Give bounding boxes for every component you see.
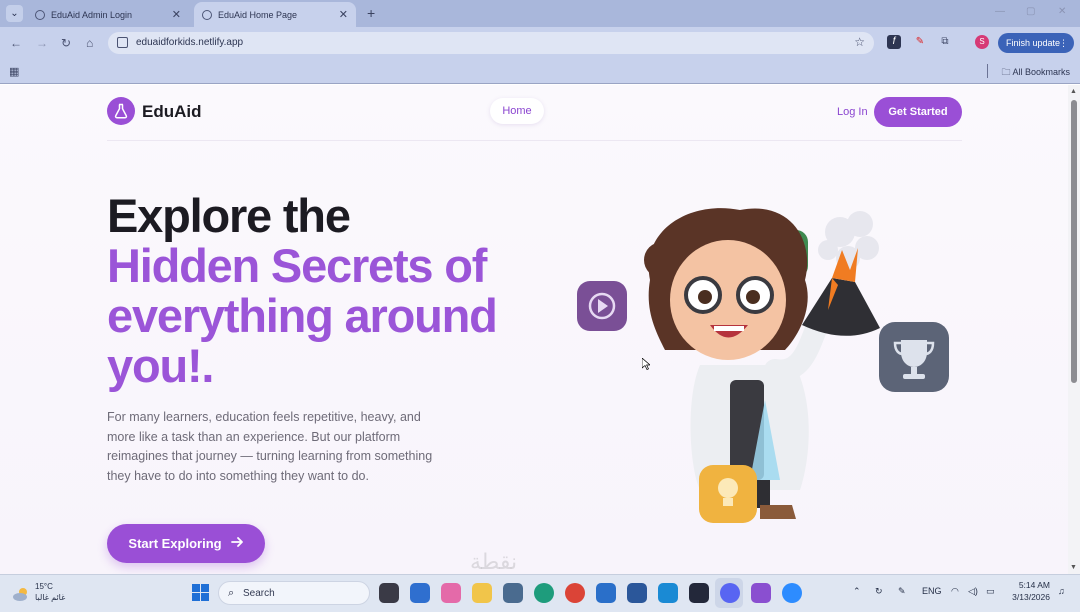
brand-name[interactable]: EduAid: [142, 102, 202, 122]
clock[interactable]: 5:14 AM 3/13/2026: [1006, 579, 1050, 603]
bookmarks-bar: ▦ 🗀 All Bookmarks: [0, 59, 1080, 84]
maximize-button[interactable]: ▢: [1026, 6, 1035, 17]
all-bookmarks-label: All Bookmarks: [1012, 67, 1070, 77]
extension-pen-icon[interactable]: ✎: [913, 35, 927, 49]
get-started-button[interactable]: Get Started: [874, 97, 962, 127]
hero-description: For many learners, education feels repet…: [107, 410, 433, 483]
notification-bell-icon[interactable]: ♫: [1058, 586, 1065, 596]
extensions-puzzle-icon[interactable]: ⧉: [938, 35, 952, 49]
arrow-right-icon: [230, 535, 244, 552]
hero-heading-line1: Explore the: [107, 189, 351, 242]
edge-icon[interactable]: [534, 583, 554, 603]
tab-search-button[interactable]: ⌄: [6, 5, 23, 22]
weather-widget[interactable]: 15°C غائم غالبا: [12, 581, 65, 603]
word-icon[interactable]: [627, 583, 647, 603]
outlook-icon[interactable]: [410, 583, 430, 603]
android-studio-icon[interactable]: [689, 583, 709, 603]
teams-icon[interactable]: [596, 583, 616, 603]
close-icon[interactable]: ✕: [172, 8, 181, 21]
start-exploring-button[interactable]: Start Exploring: [107, 524, 265, 563]
tab-home-page[interactable]: EduAid Home Page ✕: [194, 2, 356, 27]
hero-heading-line2: Hidden Secrets of: [107, 239, 487, 292]
close-icon[interactable]: ✕: [339, 8, 348, 21]
mouse-cursor: [642, 358, 650, 370]
volcano-smoke: [818, 211, 879, 270]
watermark: نقطة: [470, 550, 518, 575]
all-bookmarks-link[interactable]: 🗀 All Bookmarks: [1001, 65, 1070, 81]
taskbar-search-input[interactable]: ⌕ Search: [218, 581, 370, 605]
page-viewport: EduAid Home Log In Get Started Explore t…: [0, 85, 1068, 574]
home-icon[interactable]: ⌂: [86, 36, 93, 50]
weather-desc: غائم غالبا: [35, 593, 66, 602]
finish-update-button[interactable]: Finish update ⋮: [998, 33, 1074, 53]
apps-grid-icon[interactable]: ▦: [9, 65, 19, 78]
language-indicator[interactable]: ENG: [922, 586, 942, 596]
site-info-icon[interactable]: [117, 37, 128, 48]
wifi-icon[interactable]: ◠: [951, 586, 959, 597]
more-menu-icon[interactable]: ⋮: [1059, 33, 1068, 53]
reload-icon[interactable]: ↻: [61, 36, 71, 50]
divider: [107, 140, 962, 141]
windows-start-icon[interactable]: [192, 584, 209, 601]
login-link[interactable]: Log In: [837, 106, 868, 118]
chevron-up-icon[interactable]: ⌃: [853, 586, 861, 597]
sync-icon[interactable]: ↻: [875, 586, 883, 597]
copilot-icon[interactable]: [441, 583, 461, 603]
hero-heading-line4: you!.: [107, 339, 214, 392]
chrome-icon[interactable]: [565, 583, 585, 603]
flask-logo-icon[interactable]: [107, 97, 135, 125]
hero-heading-line3: everything around: [107, 289, 498, 342]
task-view-icon[interactable]: [379, 583, 399, 603]
clock-date: 3/13/2026: [1012, 592, 1050, 602]
vscode-icon[interactable]: [658, 583, 678, 603]
pen-icon[interactable]: ✎: [898, 586, 906, 597]
taskbar-search-label: Search: [243, 588, 275, 599]
globe-icon: [202, 9, 212, 20]
address-bar[interactable]: eduaidforkids.netlify.app ☆: [108, 32, 874, 54]
extension-fx-icon[interactable]: f: [887, 35, 901, 49]
scroll-down-icon[interactable]: ▼: [1070, 564, 1077, 571]
profile-avatar[interactable]: S: [975, 35, 989, 49]
minimize-button[interactable]: —: [995, 6, 1005, 17]
tab-title: EduAid Admin Login: [51, 9, 133, 20]
volcano: [802, 248, 880, 336]
divider: [987, 64, 988, 78]
globe-icon: [35, 9, 45, 20]
battery-icon[interactable]: ▭: [986, 586, 995, 597]
window-close-button[interactable]: ✕: [1058, 6, 1066, 17]
clock-time: 5:14 AM: [1018, 580, 1050, 590]
visual-studio-icon[interactable]: [751, 583, 771, 603]
nav-home-link[interactable]: Home: [490, 98, 544, 124]
scroll-up-icon[interactable]: ▲: [1070, 88, 1077, 95]
play-icon: [577, 281, 627, 331]
taskbar: 15°C غائم غالبا ⌕ Search ⌃ ↻ ✎ ENG ◠ ◁) …: [0, 574, 1080, 612]
hero-illustration: [577, 208, 949, 523]
search-icon: ⌕: [228, 587, 235, 599]
new-tab-button[interactable]: +: [367, 5, 375, 21]
lightbulb-icon: [699, 465, 757, 523]
store-icon[interactable]: [503, 583, 523, 603]
discord-icon[interactable]: [720, 583, 740, 603]
volume-icon[interactable]: ◁): [968, 586, 978, 597]
weather-temp: 15°C: [35, 582, 53, 591]
finish-update-label: Finish update: [1006, 38, 1061, 48]
cloudy-weather-icon: [13, 588, 27, 601]
url-text[interactable]: eduaidforkids.netlify.app: [136, 37, 243, 48]
file-explorer-icon[interactable]: [472, 583, 492, 603]
tab-admin-login[interactable]: EduAid Admin Login ✕: [27, 2, 189, 27]
folder-icon: 🗀: [1001, 67, 1011, 77]
back-icon[interactable]: ←: [10, 36, 22, 50]
tab-title: EduAid Home Page: [218, 9, 298, 20]
tab-strip: ⌄ EduAid Admin Login ✕ EduAid Home Page …: [0, 0, 1080, 27]
scrollbar-thumb[interactable]: [1071, 100, 1077, 383]
trophy-icon: [879, 322, 949, 392]
forward-icon[interactable]: →: [36, 36, 48, 50]
zoom-icon[interactable]: [782, 583, 802, 603]
bookmark-star-icon[interactable]: ☆: [854, 35, 865, 49]
start-exploring-label: Start Exploring: [128, 536, 222, 551]
browser-toolbar: ← → ↻ ⌂ eduaidforkids.netlify.app ☆ f ✎ …: [0, 27, 1080, 59]
